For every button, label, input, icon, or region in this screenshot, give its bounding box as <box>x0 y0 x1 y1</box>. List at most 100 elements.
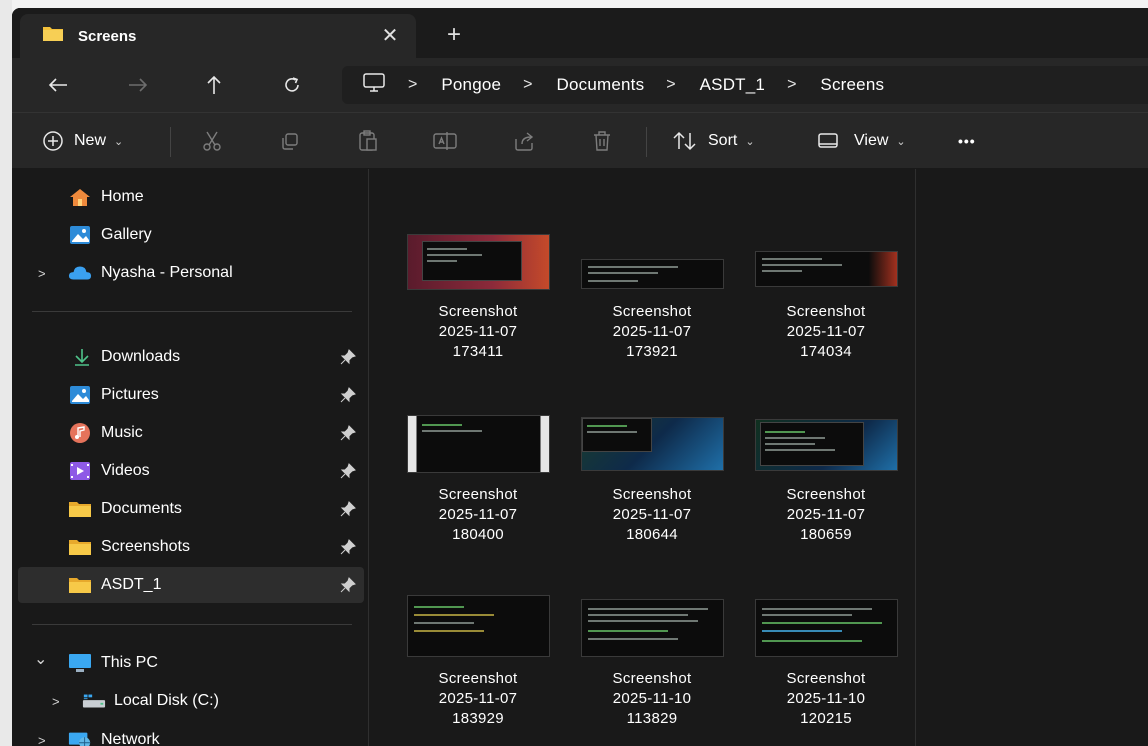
thumbnail <box>407 234 550 290</box>
close-tab-icon[interactable]: ✕ <box>378 24 402 48</box>
file-name-line3: 173921 <box>626 343 678 360</box>
toolbar-divider <box>646 127 647 157</box>
pin-icon[interactable] <box>340 349 356 370</box>
file-name-line3: 180644 <box>626 526 678 543</box>
cut-button[interactable] <box>200 127 224 155</box>
pin-icon[interactable] <box>340 539 356 560</box>
rename-button[interactable] <box>432 127 458 155</box>
file-item[interactable]: Screenshot 2025-11-07 180659 <box>751 415 901 545</box>
chevron-down-icon: ⌄ <box>745 135 755 148</box>
pin-icon[interactable] <box>340 425 356 446</box>
thumbnail <box>755 599 898 657</box>
refresh-button[interactable] <box>276 70 308 100</box>
thumbnail <box>581 599 724 657</box>
collapse-chevron-icon[interactable]: ⌄ <box>34 649 47 669</box>
file-explorer-window: Screens ✕ + > Pongoe > Documents > ASDT_… <box>12 8 1148 746</box>
sidebar-item-pictures[interactable]: Pictures <box>12 377 364 413</box>
sort-icon <box>673 131 696 151</box>
breadcrumb-separator[interactable]: > <box>666 76 675 94</box>
file-name-line1: Screenshot <box>612 486 692 503</box>
folder-icon <box>68 536 92 558</box>
file-item[interactable]: Screenshot 2025-11-07 180644 <box>577 415 727 545</box>
breadcrumb-pongoe[interactable]: Pongoe <box>441 75 501 95</box>
expand-chevron-icon[interactable]: > <box>38 733 46 746</box>
file-name-line1: Screenshot <box>786 670 866 687</box>
sidebar-item-label: Screenshots <box>101 538 190 555</box>
expand-chevron-icon[interactable]: > <box>52 694 60 709</box>
copy-icon <box>282 133 298 150</box>
sidebar-item-onedrive-personal[interactable]: > Nyasha - Personal <box>12 255 364 291</box>
sidebar-item-downloads[interactable]: Downloads <box>12 339 364 375</box>
file-item[interactable]: Screenshot 2025-11-07 180400 <box>403 415 553 545</box>
drive-icon <box>82 690 106 712</box>
share-button[interactable] <box>512 127 536 155</box>
file-name-line3: 183929 <box>452 710 504 727</box>
sidebar-item-asdt-1[interactable]: ASDT_1 <box>18 567 364 603</box>
sidebar-item-this-pc[interactable]: ⌄ This PC <box>12 645 364 681</box>
paste-button[interactable] <box>356 127 380 155</box>
new-button[interactable]: New ⌄ <box>42 127 123 155</box>
address-bar[interactable]: > Pongoe > Documents > ASDT_1 > Screens <box>342 66 1148 104</box>
desktop-background <box>0 0 12 746</box>
file-name-line3: 174034 <box>800 343 852 360</box>
file-item[interactable]: Screenshot 2025-11-07 173411 <box>403 229 553 360</box>
pin-icon[interactable] <box>340 387 356 408</box>
file-name-line2: 2025-11-07 <box>612 506 692 523</box>
details-pane <box>918 169 1148 746</box>
download-icon <box>70 346 94 368</box>
copy-button[interactable] <box>278 127 302 155</box>
pin-icon[interactable] <box>340 501 356 522</box>
delete-button[interactable] <box>590 127 614 155</box>
sidebar-item-music[interactable]: Music <box>12 415 364 451</box>
this-pc-icon[interactable] <box>362 72 386 99</box>
sidebar-item-documents[interactable]: Documents <box>12 491 364 527</box>
file-name-line1: Screenshot <box>786 303 866 320</box>
breadcrumb-separator[interactable]: > <box>787 76 796 94</box>
file-name-line2: 2025-11-07 <box>438 506 518 523</box>
file-name-line2: 2025-11-07 <box>438 323 518 340</box>
scissors-icon <box>203 131 221 151</box>
sidebar-item-label: Videos <box>101 462 150 479</box>
sidebar-divider <box>32 624 352 625</box>
view-button[interactable]: View ⌄ <box>816 127 906 155</box>
file-item[interactable]: Screenshot 2025-11-10 113829 <box>577 595 727 727</box>
up-button[interactable] <box>198 70 230 100</box>
sidebar-item-home[interactable]: Home <box>12 179 364 215</box>
sidebar-item-screenshots[interactable]: Screenshots <box>12 529 364 565</box>
file-item[interactable]: Screenshot 2025-11-07 174034 <box>751 229 901 360</box>
breadcrumb-separator[interactable]: > <box>523 76 532 94</box>
pin-icon[interactable] <box>340 463 356 484</box>
view-icon <box>818 133 838 148</box>
sidebar-item-videos[interactable]: Videos <box>12 453 364 489</box>
sidebar-item-gallery[interactable]: Gallery <box>12 217 364 253</box>
breadcrumb-separator[interactable]: > <box>408 76 417 94</box>
file-item[interactable]: Screenshot 2025-11-07 183929 <box>403 595 553 727</box>
tab-screens[interactable]: Screens ✕ <box>20 14 416 58</box>
expand-chevron-icon[interactable]: > <box>38 266 46 281</box>
arrow-up-icon <box>207 75 221 94</box>
file-name-line1: Screenshot <box>438 670 518 687</box>
sidebar-item-local-disk[interactable]: > Local Disk (C:) <box>12 683 364 719</box>
sort-button[interactable]: Sort ⌄ <box>672 127 755 155</box>
new-tab-button[interactable]: + <box>440 22 468 50</box>
new-label: New <box>74 132 107 149</box>
breadcrumb-documents[interactable]: Documents <box>557 75 645 95</box>
file-item[interactable]: Screenshot 2025-11-07 173921 <box>577 229 727 360</box>
monitor-icon <box>68 652 92 674</box>
sidebar-item-label: Documents <box>101 500 182 517</box>
more-options-button[interactable]: ••• <box>958 127 976 155</box>
file-name-line1: Screenshot <box>438 486 518 503</box>
videos-icon <box>68 460 92 482</box>
forward-button[interactable] <box>122 70 154 100</box>
thumbnail <box>755 251 898 287</box>
breadcrumb-asdt-1[interactable]: ASDT_1 <box>700 75 765 95</box>
terminal-window-thumbnail <box>422 241 522 281</box>
pin-icon[interactable] <box>340 577 356 598</box>
home-icon <box>68 186 92 208</box>
file-name-line3: 113829 <box>626 710 678 727</box>
file-item[interactable]: Screenshot 2025-11-10 120215 <box>751 595 901 727</box>
back-button[interactable] <box>42 70 74 100</box>
breadcrumb-screens[interactable]: Screens <box>820 75 884 95</box>
command-bar: New ⌄ Sort ⌄ View ⌄ ••• <box>12 112 1148 168</box>
sidebar-item-network[interactable]: > Network <box>12 722 364 746</box>
